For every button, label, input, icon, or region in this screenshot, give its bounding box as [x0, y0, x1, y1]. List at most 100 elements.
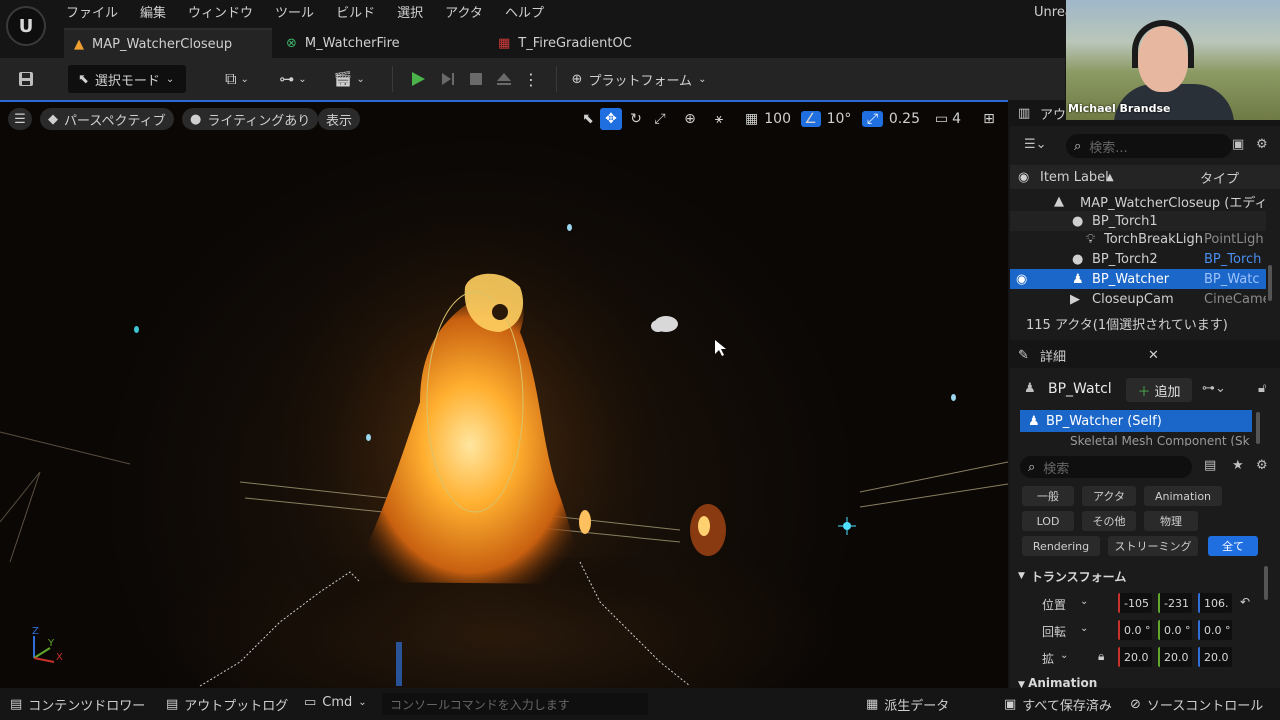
reset-icon[interactable]: ↶ [1240, 595, 1250, 609]
scale-label[interactable]: 拡 [1042, 650, 1054, 667]
select-mode-button[interactable]: ⬉ 選択モード ⌄ [68, 65, 186, 93]
filter-icon[interactable]: ☰⌄ [1024, 137, 1047, 152]
location-label[interactable]: 位置 [1042, 596, 1066, 613]
scale-snap-button[interactable]: ⤢ 0.25 [862, 108, 920, 130]
chevron-down-icon[interactable]: ⌄ [1080, 596, 1088, 607]
blueprint-icon[interactable]: ⊶ ⌄ [272, 65, 314, 93]
menu-tools[interactable]: ツール [275, 2, 314, 21]
more-options-icon[interactable]: ⋮ [522, 65, 540, 93]
menu-select[interactable]: 選択 [397, 2, 423, 21]
save-icon[interactable] [12, 65, 40, 93]
scale-y-field[interactable]: 20.0 [1158, 647, 1192, 667]
rotation-y-field[interactable]: 0.0 ° [1158, 620, 1192, 640]
menu-build[interactable]: ビルド [336, 2, 375, 21]
platforms-button[interactable]: ⊕ プラットフォーム ⌄ [570, 65, 708, 93]
surface-snap-icon[interactable]: ⚹ [708, 108, 730, 130]
derived-data-button[interactable]: ▦ 派生データ [866, 695, 949, 714]
output-log-button[interactable]: ▤ アウトプットログ [166, 695, 288, 714]
list-item[interactable]: 💡︎ TorchBreakLigh PointLigh [1010, 229, 1266, 249]
animation-section[interactable]: ▼ Animation [1018, 676, 1097, 688]
new-folder-icon[interactable]: ▣ [1232, 137, 1244, 152]
layout-icon[interactable]: ⊞ [978, 108, 1000, 130]
transform-section[interactable]: ▼ トランスフォーム [1018, 566, 1262, 586]
add-actor-icon[interactable]: ⧉ ⌄ [216, 65, 258, 93]
blueprint-options-icon[interactable]: ⊶⌄ [1202, 381, 1226, 396]
source-control-button[interactable]: ⊘ ソースコントロール [1130, 695, 1263, 714]
world-space-icon[interactable]: ⊕ [680, 108, 700, 130]
save-all-button[interactable]: ▣ すべて保存済み [1004, 695, 1112, 714]
show-button[interactable]: 表示 [318, 108, 361, 130]
filter-other[interactable]: その他 [1082, 511, 1136, 531]
chevron-down-icon[interactable]: ⌄ [1080, 623, 1088, 634]
filter-all[interactable]: 全て [1208, 536, 1258, 556]
menu-window[interactable]: ウィンドウ [188, 2, 253, 21]
scale-tool-icon[interactable]: ⤢ [650, 108, 670, 130]
filter-animation[interactable]: Animation [1144, 486, 1222, 506]
menu-actor[interactable]: アクタ [445, 2, 483, 21]
chevron-down-icon[interactable]: ⌄ [1060, 650, 1068, 661]
rotation-snap-button[interactable]: ∠ 10° [800, 108, 852, 130]
col-type[interactable]: タイプ [1200, 168, 1239, 187]
list-item-selected[interactable]: ◉ ♟ BP_Watcher BP_Watc [1010, 269, 1266, 289]
star-icon[interactable]: ★ [1232, 458, 1244, 473]
eject-icon[interactable] [490, 65, 518, 93]
tab-map[interactable]: ▲ MAP_WatcherCloseup [64, 28, 272, 58]
table-view-icon[interactable]: ▤ [1204, 458, 1216, 473]
gear-icon[interactable]: ⚙ [1256, 458, 1268, 473]
unreal-logo-icon[interactable]: U [6, 6, 46, 46]
scale-x-field[interactable]: 20.0 [1118, 647, 1152, 667]
filter-streaming[interactable]: ストリーミング [1108, 536, 1198, 556]
rotation-label[interactable]: 回転 [1042, 623, 1066, 640]
cmd-button[interactable]: ▭ Cmd ⌄ [304, 695, 367, 710]
grid-snap-button[interactable]: ▦ 100 [738, 108, 798, 130]
actor-name[interactable]: BP_Watcl [1048, 381, 1112, 397]
location-x-field[interactable]: -105 [1118, 593, 1152, 613]
step-icon[interactable] [434, 65, 462, 93]
console-input[interactable]: コンソールコマンドを入力します [382, 693, 648, 715]
location-y-field[interactable]: -231 [1158, 593, 1192, 613]
col-item-label[interactable]: Item Label [1040, 170, 1109, 185]
content-drawer-button[interactable]: ▤ コンテンツドロワー [10, 695, 145, 714]
filter-physics[interactable]: 物理 [1144, 511, 1198, 531]
rotation-z-field[interactable]: 0.0 ° [1198, 620, 1232, 640]
components-scrollbar[interactable] [1256, 412, 1260, 444]
outliner-scrollbar[interactable] [1268, 265, 1272, 301]
eye-icon[interactable]: ◉ [1016, 272, 1027, 287]
viewport-menu-icon[interactable]: ☰ [8, 108, 32, 130]
component-self[interactable]: ♟ BP_Watcher (Self) [1020, 410, 1252, 432]
close-icon[interactable]: ✕ [1148, 348, 1159, 363]
list-item[interactable]: ▲ MAP_WatcherCloseup (エディタ [1010, 191, 1266, 211]
play-icon[interactable] [404, 65, 432, 93]
rotate-tool-icon[interactable]: ↻ [626, 108, 646, 130]
tab-texture[interactable]: ▦ T_FireGradientOC [488, 28, 688, 58]
location-z-field[interactable]: 106. [1198, 593, 1232, 613]
tab-material[interactable]: ⊗ M_WatcherFire [276, 28, 476, 58]
add-component-button[interactable]: ＋ 追加 [1126, 378, 1192, 402]
menu-help[interactable]: ヘルプ [505, 2, 544, 21]
filter-general[interactable]: 一般 [1022, 486, 1074, 506]
scale-z-field[interactable]: 20.0 [1198, 647, 1232, 667]
level-viewport[interactable]: Z Y X ☰ ◆ パースペクティブ ● ライティングあり 表示 ⬉ ✥ ↻ ⤢… [0, 100, 1008, 688]
camera-speed-button[interactable]: ▭ 4 [930, 108, 966, 130]
menu-file[interactable]: ファイル [66, 2, 118, 21]
translate-tool-icon[interactable]: ✥ [600, 108, 622, 130]
lock-icon[interactable]: 🔒︎ [1098, 649, 1104, 664]
lock-icon[interactable]: 🔓︎ [1258, 381, 1266, 396]
perspective-button[interactable]: ◆ パースペクティブ [40, 108, 174, 130]
list-item[interactable]: ▶ CloseupCam CineCame [1010, 289, 1266, 309]
list-item[interactable]: ● BP_Torch1 [1010, 211, 1266, 231]
filter-actor[interactable]: アクタ [1082, 486, 1136, 506]
filter-rendering[interactable]: Rendering [1022, 536, 1100, 556]
details-search-input[interactable]: ⌕ 検索 [1020, 456, 1192, 478]
select-tool-icon[interactable]: ⬉ [578, 108, 598, 130]
gear-icon[interactable]: ⚙ [1256, 137, 1268, 152]
rotation-x-field[interactable]: 0.0 ° [1118, 620, 1152, 640]
stop-icon[interactable] [462, 65, 490, 93]
outliner-search-input[interactable]: ⌕ 検索... [1066, 134, 1232, 158]
list-item[interactable]: ● BP_Torch2 BP_Torch [1010, 249, 1266, 269]
cinematics-icon[interactable]: 🎬︎ ⌄ [328, 65, 370, 93]
lighting-mode-button[interactable]: ● ライティングあり [182, 108, 319, 130]
menu-edit[interactable]: 編集 [140, 2, 166, 21]
details-tab[interactable]: ✎ 詳細 ✕ [1010, 342, 1280, 368]
filter-lod[interactable]: LOD [1022, 511, 1074, 531]
